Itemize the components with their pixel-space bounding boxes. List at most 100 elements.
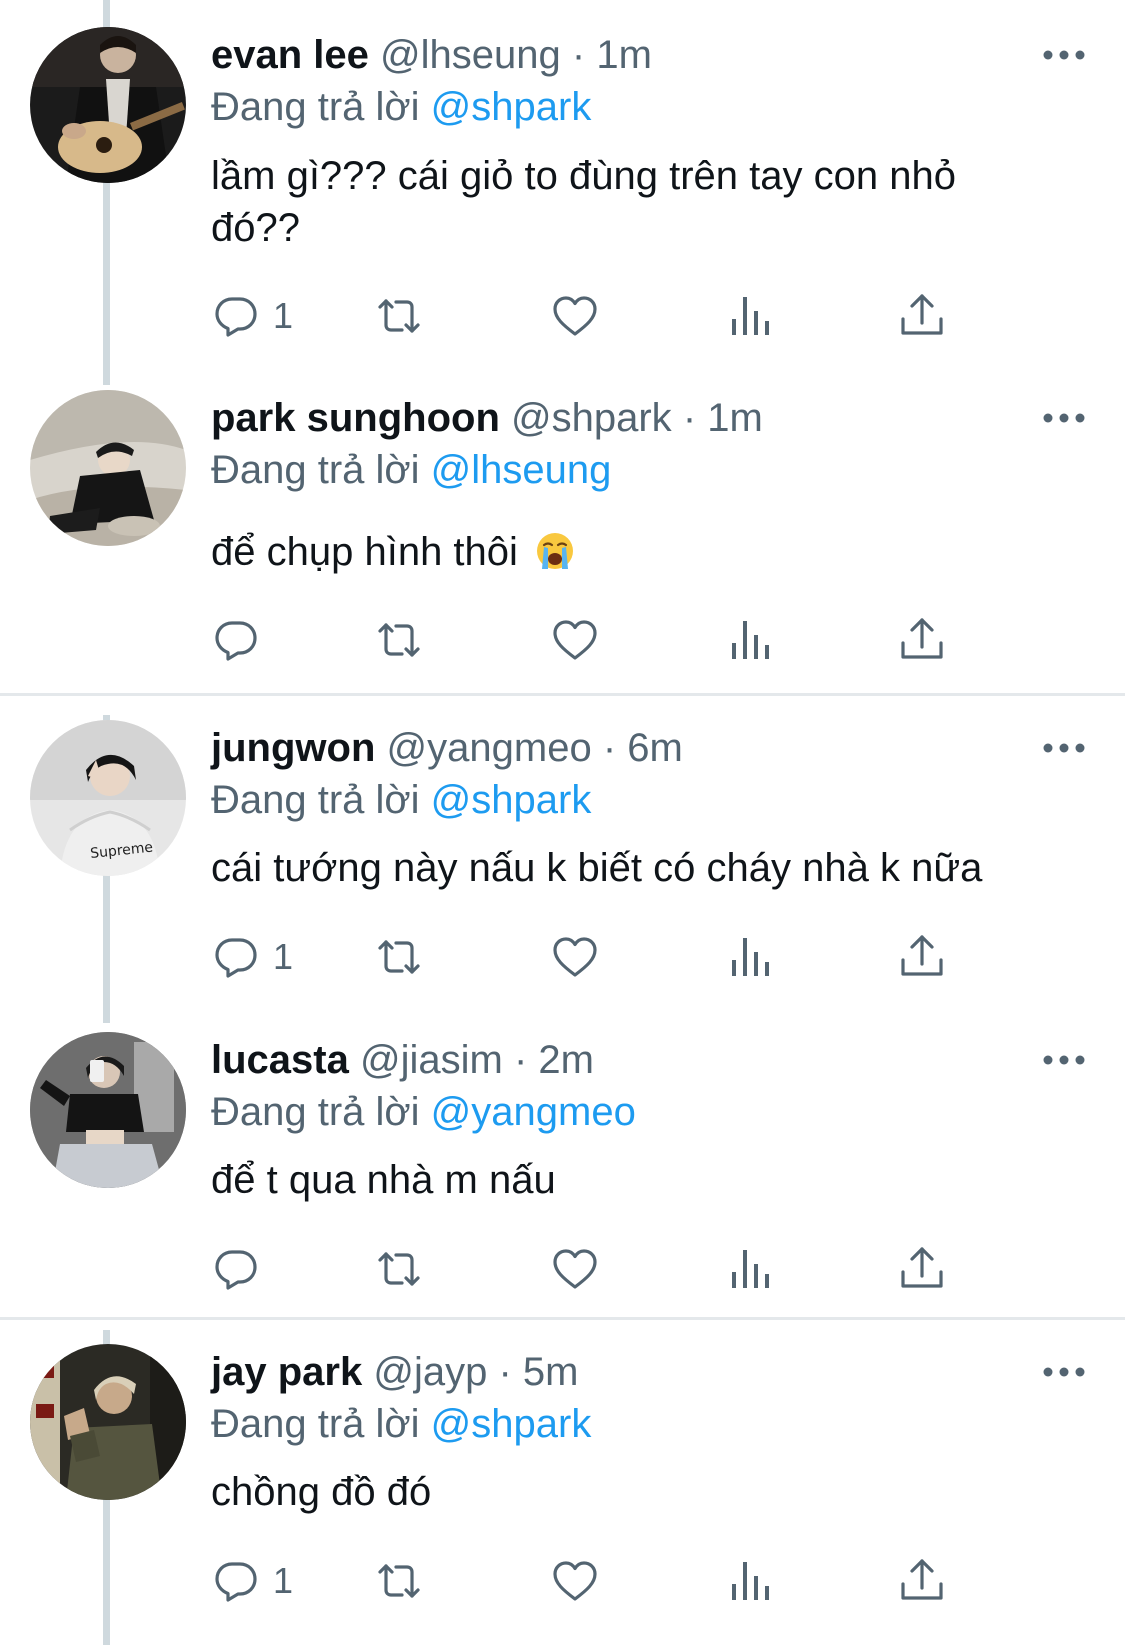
tweet-text: để t qua nhà m nấu xyxy=(211,1154,1071,1206)
retweet-button[interactable] xyxy=(374,1243,424,1295)
retweet-icon xyxy=(378,1564,420,1598)
action-bar: 1 xyxy=(211,1555,1011,1607)
like-button[interactable] xyxy=(550,290,600,342)
views-button[interactable] xyxy=(725,614,775,666)
tweet-header: jay park @jayp · 5m xyxy=(211,1344,578,1400)
reply-button[interactable]: 1 xyxy=(211,290,293,342)
handle[interactable]: @yangmeo xyxy=(387,726,592,770)
retweet-icon xyxy=(378,623,420,657)
share-icon xyxy=(901,935,943,976)
tweet-header: jungwon @yangmeo · 6m xyxy=(211,720,683,776)
conversation-divider xyxy=(0,1317,1125,1320)
separator: · xyxy=(513,1038,528,1082)
retweet-button[interactable] xyxy=(374,1555,424,1607)
timestamp[interactable]: 2m xyxy=(538,1038,594,1082)
tweet[interactable]: lucasta @jiasim · 2m Đang trả lời @yangm… xyxy=(0,1032,1125,1312)
replying-to: Đang trả lời @shpark xyxy=(211,1396,591,1452)
tweet-text-line: để t qua nhà m nấu xyxy=(211,1158,556,1202)
loudly-crying-face-emoji xyxy=(537,533,574,569)
reply-count: 1 xyxy=(273,936,294,977)
avatar[interactable] xyxy=(30,27,186,183)
more-options-icon[interactable] xyxy=(1040,404,1088,432)
avatar-guitar-photo xyxy=(30,27,186,183)
reply-icon xyxy=(215,297,257,337)
handle[interactable]: @lhseung xyxy=(380,33,561,77)
tweet[interactable]: jay park @jayp · 5m Đang trả lời @shpark… xyxy=(0,1344,1125,1644)
separator: · xyxy=(571,33,586,77)
heart-icon xyxy=(553,937,597,977)
handle[interactable]: @jayp xyxy=(373,1350,487,1394)
mention-link[interactable]: @shpark xyxy=(431,1402,592,1446)
share-button[interactable] xyxy=(897,1555,947,1607)
more-options-icon[interactable] xyxy=(1040,1358,1088,1386)
views-button[interactable] xyxy=(725,290,775,342)
avatar[interactable] xyxy=(30,390,186,546)
views-button[interactable] xyxy=(725,931,775,983)
timestamp[interactable]: 1m xyxy=(707,396,763,440)
timestamp[interactable]: 1m xyxy=(596,33,652,77)
retweet-button[interactable] xyxy=(374,290,424,342)
mention-link[interactable]: @shpark xyxy=(431,778,592,822)
retweet-button[interactable] xyxy=(374,931,424,983)
reply-button[interactable]: 1 xyxy=(211,931,293,983)
display-name[interactable]: evan lee xyxy=(211,33,369,77)
replying-to-label: Đang trả lời xyxy=(211,448,420,492)
display-name[interactable]: jungwon xyxy=(211,726,375,770)
more-options-icon[interactable] xyxy=(1040,1046,1088,1074)
tweet-text-line: để chụp hình thôi xyxy=(211,530,518,574)
display-name[interactable]: jay park xyxy=(211,1350,362,1394)
separator: · xyxy=(682,396,697,440)
separator: · xyxy=(498,1350,512,1394)
share-button[interactable] xyxy=(897,614,947,666)
action-bar xyxy=(211,614,1011,666)
retweet-icon xyxy=(378,940,420,974)
share-icon xyxy=(901,294,943,335)
reply-count: 1 xyxy=(273,1560,294,1601)
tweet[interactable]: Supreme jungwon @yangmeo · 6m Đang trả l… xyxy=(0,720,1125,1010)
display-name[interactable]: park sunghoon xyxy=(211,396,500,440)
replying-to: Đang trả lời @lhseung xyxy=(211,442,611,498)
tweet-header: lucasta @jiasim · 2m xyxy=(211,1032,594,1088)
replying-to: Đang trả lời @shpark xyxy=(211,772,591,828)
heart-icon xyxy=(553,296,597,336)
separator: · xyxy=(602,726,617,770)
timestamp[interactable]: 6m xyxy=(627,726,683,770)
avatar[interactable] xyxy=(30,1032,186,1188)
like-button[interactable] xyxy=(550,931,600,983)
timestamp[interactable]: 5m xyxy=(523,1350,579,1394)
replying-to: Đang trả lời @yangmeo xyxy=(211,1084,636,1140)
mention-link[interactable]: @shpark xyxy=(431,85,592,129)
replying-to: Đang trả lời @shpark xyxy=(211,79,591,135)
like-button[interactable] xyxy=(550,1555,600,1607)
tweet-text: lầm gì??? cái giỏ to đùng trên tay con n… xyxy=(211,150,1071,254)
more-options-icon[interactable] xyxy=(1040,734,1088,762)
analytics-icon xyxy=(732,297,769,335)
views-button[interactable] xyxy=(725,1243,775,1295)
mention-link[interactable]: @lhseung xyxy=(431,448,612,492)
handle[interactable]: @shpark xyxy=(511,396,672,440)
display-name[interactable]: lucasta xyxy=(211,1038,349,1082)
like-button[interactable] xyxy=(550,614,600,666)
mention-link[interactable]: @yangmeo xyxy=(431,1090,636,1134)
share-button[interactable] xyxy=(897,290,947,342)
share-button[interactable] xyxy=(897,1243,947,1295)
reply-button[interactable] xyxy=(211,1243,273,1295)
share-button[interactable] xyxy=(897,931,947,983)
like-button[interactable] xyxy=(550,1243,600,1295)
avatar[interactable]: Supreme xyxy=(30,720,186,876)
analytics-icon xyxy=(732,938,769,976)
tweet-text: chồng đồ đó xyxy=(211,1466,1071,1518)
reply-icon xyxy=(215,1250,257,1290)
more-options-icon[interactable] xyxy=(1040,41,1088,69)
views-button[interactable] xyxy=(725,1555,775,1607)
reply-button[interactable]: 1 xyxy=(211,1555,293,1607)
share-icon xyxy=(901,1559,943,1600)
tweet[interactable]: park sunghoon @shpark · 1m Đang trả lời … xyxy=(0,390,1125,690)
tweet[interactable]: evan lee @lhseung · 1m Đang trả lời @shp… xyxy=(0,27,1125,367)
retweet-icon xyxy=(378,1252,420,1286)
reply-button[interactable] xyxy=(211,614,273,666)
retweet-button[interactable] xyxy=(374,614,424,666)
handle[interactable]: @jiasim xyxy=(360,1038,503,1082)
reply-icon xyxy=(215,938,257,978)
avatar[interactable] xyxy=(30,1344,186,1500)
